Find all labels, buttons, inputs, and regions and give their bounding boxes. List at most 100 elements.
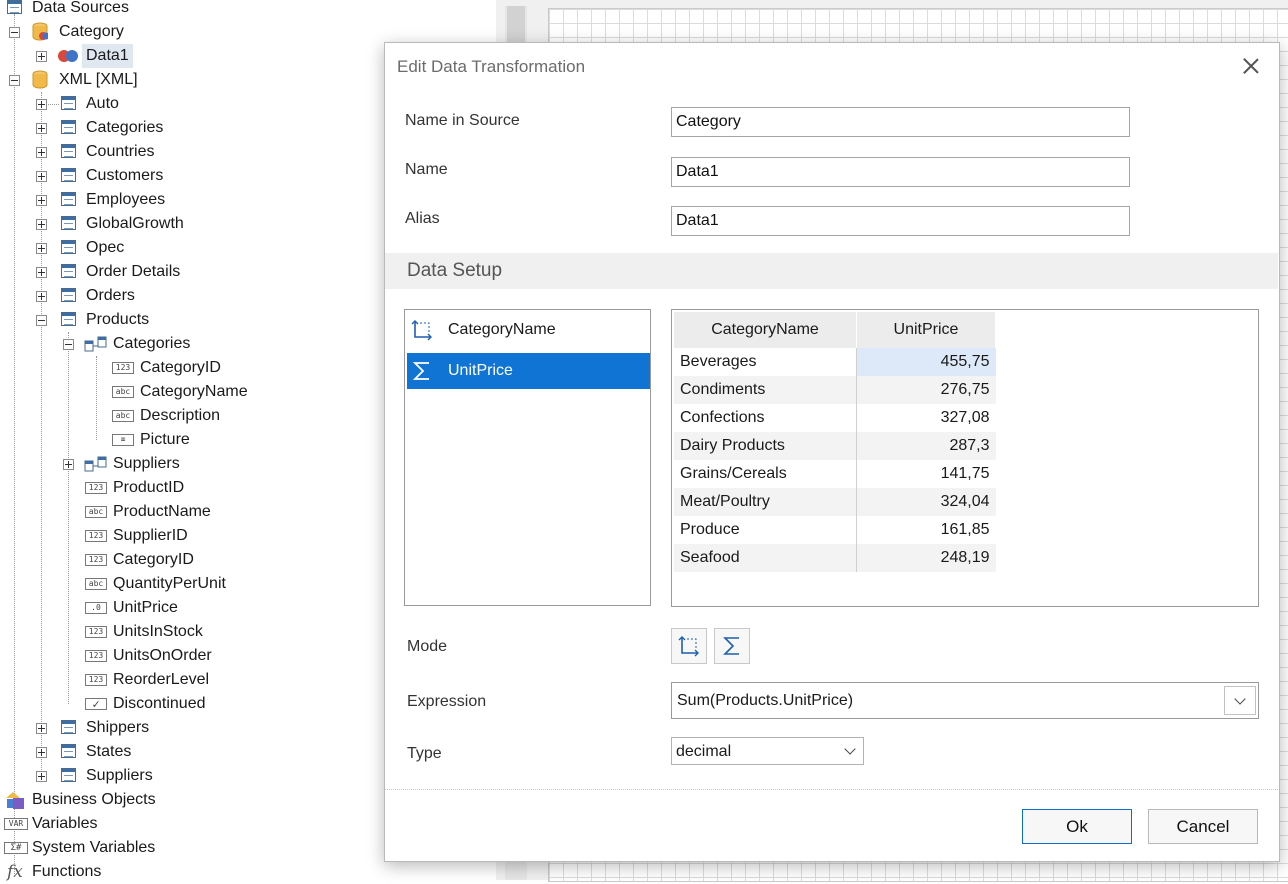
tree-label: Order Details bbox=[86, 263, 181, 280]
tree-connector bbox=[14, 14, 15, 876]
string-icon: abc bbox=[85, 506, 107, 518]
tree-label: Opec bbox=[86, 239, 125, 256]
ok-button[interactable]: Ok bbox=[1022, 809, 1132, 844]
expand-icon[interactable] bbox=[36, 99, 47, 110]
table-cell[interactable]: 276,75 bbox=[856, 376, 996, 404]
collapse-icon[interactable] bbox=[9, 27, 20, 38]
tree-label: System Variables bbox=[32, 839, 156, 856]
tree-label: Suppliers bbox=[113, 455, 180, 472]
tree-label: Categories bbox=[113, 335, 191, 352]
integer-icon: 123 bbox=[85, 626, 107, 638]
table-cell[interactable]: Seafood bbox=[674, 544, 857, 572]
table-row[interactable]: Meat/Poultry 324,04 bbox=[674, 488, 996, 516]
tree-label: Data1 bbox=[82, 44, 133, 68]
expand-icon[interactable] bbox=[36, 291, 47, 302]
expand-icon[interactable] bbox=[36, 267, 47, 278]
table-cell[interactable]: 327,08 bbox=[856, 404, 996, 432]
table-cell[interactable]: Condiments bbox=[674, 376, 857, 404]
function-icon: fx bbox=[7, 862, 23, 882]
name-input[interactable] bbox=[671, 157, 1130, 187]
integer-icon: 123 bbox=[85, 674, 107, 686]
expand-icon[interactable] bbox=[63, 459, 74, 470]
dimension-mode-button[interactable] bbox=[671, 628, 707, 664]
name-label: Name bbox=[405, 161, 448, 178]
expand-icon[interactable] bbox=[36, 195, 47, 206]
tree-label: Orders bbox=[86, 287, 135, 304]
tree-label: Auto bbox=[86, 95, 119, 112]
table-cell[interactable]: Confections bbox=[674, 404, 857, 432]
close-icon[interactable] bbox=[1240, 55, 1262, 77]
column-header[interactable]: CategoryName bbox=[674, 312, 857, 348]
collapse-icon[interactable] bbox=[36, 315, 47, 326]
table-cell[interactable]: Dairy Products bbox=[674, 432, 857, 460]
column-item-categoryname[interactable]: CategoryName bbox=[407, 312, 650, 348]
expand-icon[interactable] bbox=[36, 147, 47, 158]
table-cell[interactable]: Grains/Cereals bbox=[674, 460, 857, 488]
type-select[interactable]: decimal bbox=[671, 737, 864, 765]
expand-icon[interactable] bbox=[36, 723, 47, 734]
table-cell[interactable]: 324,04 bbox=[856, 488, 996, 516]
collapse-icon[interactable] bbox=[63, 339, 74, 350]
expression-value: Sum(Products.UnitPrice) bbox=[677, 692, 854, 709]
table-cell[interactable]: Produce bbox=[674, 516, 857, 544]
decimal-icon: .0 bbox=[85, 602, 107, 614]
expression-dropdown-button[interactable] bbox=[1224, 686, 1256, 715]
tree-label: Suppliers bbox=[86, 767, 153, 784]
relation-icon bbox=[84, 336, 107, 352]
data-setup-header: Data Setup bbox=[385, 253, 1278, 289]
dialog-title: Edit Data Transformation bbox=[397, 57, 586, 76]
expand-icon[interactable] bbox=[36, 123, 47, 134]
table-cell[interactable]: 455,75 bbox=[856, 348, 996, 376]
alias-input[interactable] bbox=[671, 206, 1130, 236]
table-icon bbox=[61, 288, 76, 302]
database-icon bbox=[32, 22, 48, 41]
sigma-icon bbox=[412, 362, 429, 380]
expand-icon[interactable] bbox=[36, 219, 47, 230]
column-header[interactable]: UnitPrice bbox=[856, 312, 996, 348]
expression-combo[interactable]: Sum(Products.UnitPrice) bbox=[671, 682, 1259, 719]
section-title: Data Setup bbox=[407, 260, 503, 281]
cancel-button[interactable]: Cancel bbox=[1148, 809, 1258, 844]
tree-label: States bbox=[86, 743, 132, 760]
table-row[interactable]: Dairy Products 287,3 bbox=[674, 432, 996, 460]
integer-icon: 123 bbox=[112, 362, 134, 374]
table-icon bbox=[61, 168, 76, 182]
table-cell[interactable]: 287,3 bbox=[856, 432, 996, 460]
table-icon bbox=[61, 192, 76, 206]
table-row[interactable]: Condiments 276,75 bbox=[674, 376, 996, 404]
table-icon bbox=[61, 312, 76, 326]
expand-icon[interactable] bbox=[36, 771, 47, 782]
tree-label: UnitsOnOrder bbox=[113, 647, 212, 664]
type-value: decimal bbox=[676, 743, 732, 760]
transformation-icon bbox=[58, 50, 78, 62]
expand-icon[interactable] bbox=[36, 747, 47, 758]
tree-label: Picture bbox=[140, 431, 190, 448]
table-icon bbox=[61, 144, 76, 158]
expand-icon[interactable] bbox=[36, 171, 47, 182]
string-icon: abc bbox=[112, 410, 134, 422]
sigma-icon bbox=[723, 637, 739, 655]
table-cell[interactable]: 161,85 bbox=[856, 516, 996, 544]
expand-icon[interactable] bbox=[36, 243, 47, 254]
tree-label: ProductID bbox=[113, 479, 185, 496]
column-item-unitprice[interactable]: UnitPrice bbox=[407, 353, 650, 389]
name-in-source-input[interactable] bbox=[671, 107, 1130, 137]
expand-icon[interactable] bbox=[36, 51, 47, 62]
image-field-icon: ⌧ bbox=[112, 434, 134, 446]
tree-label: Countries bbox=[86, 143, 155, 160]
chevron-down-icon bbox=[844, 743, 856, 755]
table-cell[interactable]: 248,19 bbox=[856, 544, 996, 572]
table-cell[interactable]: Meat/Poultry bbox=[674, 488, 857, 516]
tree-label: Description bbox=[140, 407, 221, 424]
table-row[interactable]: Confections 327,08 bbox=[674, 404, 996, 432]
table-row[interactable]: Grains/Cereals 141,75 bbox=[674, 460, 996, 488]
summary-mode-button[interactable] bbox=[714, 628, 750, 664]
collapse-icon[interactable] bbox=[9, 75, 20, 86]
table-cell[interactable]: 141,75 bbox=[856, 460, 996, 488]
table-cell[interactable]: Beverages bbox=[674, 348, 857, 376]
integer-icon: 123 bbox=[85, 530, 107, 542]
table-row[interactable]: Seafood 248,19 bbox=[674, 544, 996, 572]
table-row[interactable]: Produce 161,85 bbox=[674, 516, 996, 544]
tree-label: GlobalGrowth bbox=[86, 215, 184, 232]
table-row[interactable]: Beverages 455,75 bbox=[674, 348, 996, 376]
